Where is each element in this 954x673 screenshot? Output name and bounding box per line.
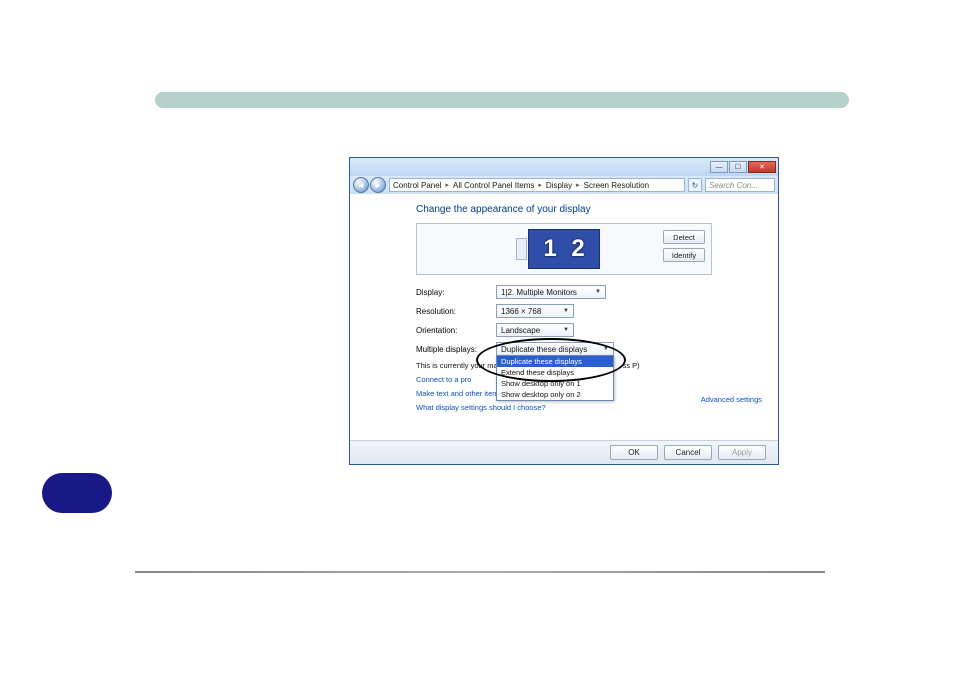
ok-button[interactable]: OK (610, 445, 658, 460)
page-title: Change the appearance of your display (416, 204, 760, 215)
preview-side-buttons: Detect Identify (663, 230, 705, 262)
combo-multiple-displays-value: Duplicate these displays (501, 345, 587, 354)
breadcrumb-item[interactable]: All Control Panel Items (453, 181, 534, 190)
monitor-number-2: 2 (564, 235, 592, 263)
window-screen-resolution: — ☐ ✕ ◄ ► Control Panel ▸ All Control Pan… (349, 157, 779, 465)
dropdown-option[interactable]: Extend these displays (497, 367, 613, 378)
combo-resolution[interactable]: 1366 × 768 ▼ (496, 304, 574, 318)
breadcrumb-item[interactable]: Screen Resolution (584, 181, 649, 190)
chevron-right-icon: ▸ (538, 181, 542, 189)
cancel-button[interactable]: Cancel (664, 445, 712, 460)
display-preview: 1 2 Detect Identify (416, 223, 712, 275)
forward-button[interactable]: ► (370, 177, 386, 193)
row-display: Display: 1|2. Multiple Monitors ▼ (416, 285, 760, 299)
monitor-number-1: 1 (536, 235, 564, 263)
decor-line (135, 571, 825, 573)
apply-button[interactable]: Apply (718, 445, 766, 460)
titlebar: — ☐ ✕ (350, 158, 778, 176)
dropdown-option[interactable]: Show desktop only on 2 (497, 389, 613, 400)
breadcrumb[interactable]: Control Panel▸ All Control Panel Items▸ … (389, 178, 685, 192)
breadcrumb-item[interactable]: Display (546, 181, 572, 190)
address-row: ◄ ► Control Panel ▸ All Control Panel Ite… (350, 176, 778, 194)
dropdown-multiple-displays: Duplicate these displays Extend these di… (496, 355, 614, 401)
chevron-right-icon: ▸ (445, 181, 449, 189)
combo-display-value: 1|2. Multiple Monitors (501, 288, 577, 297)
minimize-button[interactable]: — (710, 161, 728, 173)
combo-orientation[interactable]: Landscape ▼ (496, 323, 574, 337)
label-multiple-displays: Multiple displays: (416, 345, 496, 354)
refresh-button[interactable]: ↻ (688, 178, 702, 192)
chevron-down-icon: ▼ (561, 327, 571, 333)
dropdown-option[interactable]: Show desktop only on 1 (497, 378, 613, 389)
chevron-right-icon: ▸ (576, 181, 580, 189)
combo-orientation-value: Landscape (501, 326, 540, 335)
chevron-down-icon: ▼ (601, 346, 611, 352)
monitor-mini-icon (516, 238, 527, 260)
link-advanced-settings[interactable]: Advanced settings (701, 395, 762, 404)
notice-press-suffix: ss P) (623, 361, 640, 370)
monitor-graphic[interactable]: 1 2 (528, 229, 600, 269)
identify-button[interactable]: Identify (663, 248, 705, 262)
maximize-button[interactable]: ☐ (729, 161, 747, 173)
decor-pill (42, 473, 112, 513)
dialog-footer: OK Cancel Apply (350, 440, 778, 464)
label-resolution: Resolution: (416, 307, 496, 316)
combo-display[interactable]: 1|2. Multiple Monitors ▼ (496, 285, 606, 299)
close-button[interactable]: ✕ (748, 161, 776, 173)
content-area: Change the appearance of your display 1 … (350, 194, 778, 412)
detect-button[interactable]: Detect (663, 230, 705, 244)
decor-bar (155, 92, 849, 108)
breadcrumb-item[interactable]: Control Panel (393, 181, 441, 190)
row-resolution: Resolution: 1366 × 768 ▼ (416, 304, 760, 318)
chevron-down-icon: ▼ (593, 289, 603, 295)
combo-multiple-displays[interactable]: Duplicate these displays ▼ (496, 342, 614, 356)
back-button[interactable]: ◄ (353, 177, 369, 193)
row-multiple-displays: Multiple displays: Duplicate these displ… (416, 342, 760, 356)
combo-resolution-value: 1366 × 768 (501, 307, 541, 316)
link-what-settings[interactable]: What display settings should I choose? (416, 403, 760, 412)
dropdown-option[interactable]: Duplicate these displays (497, 356, 613, 367)
label-display: Display: (416, 288, 496, 297)
nav-buttons: ◄ ► (353, 177, 386, 193)
chevron-down-icon: ▼ (561, 308, 571, 314)
row-orientation: Orientation: Landscape ▼ (416, 323, 760, 337)
search-input[interactable]: Search Con... (705, 178, 775, 192)
label-orientation: Orientation: (416, 326, 496, 335)
